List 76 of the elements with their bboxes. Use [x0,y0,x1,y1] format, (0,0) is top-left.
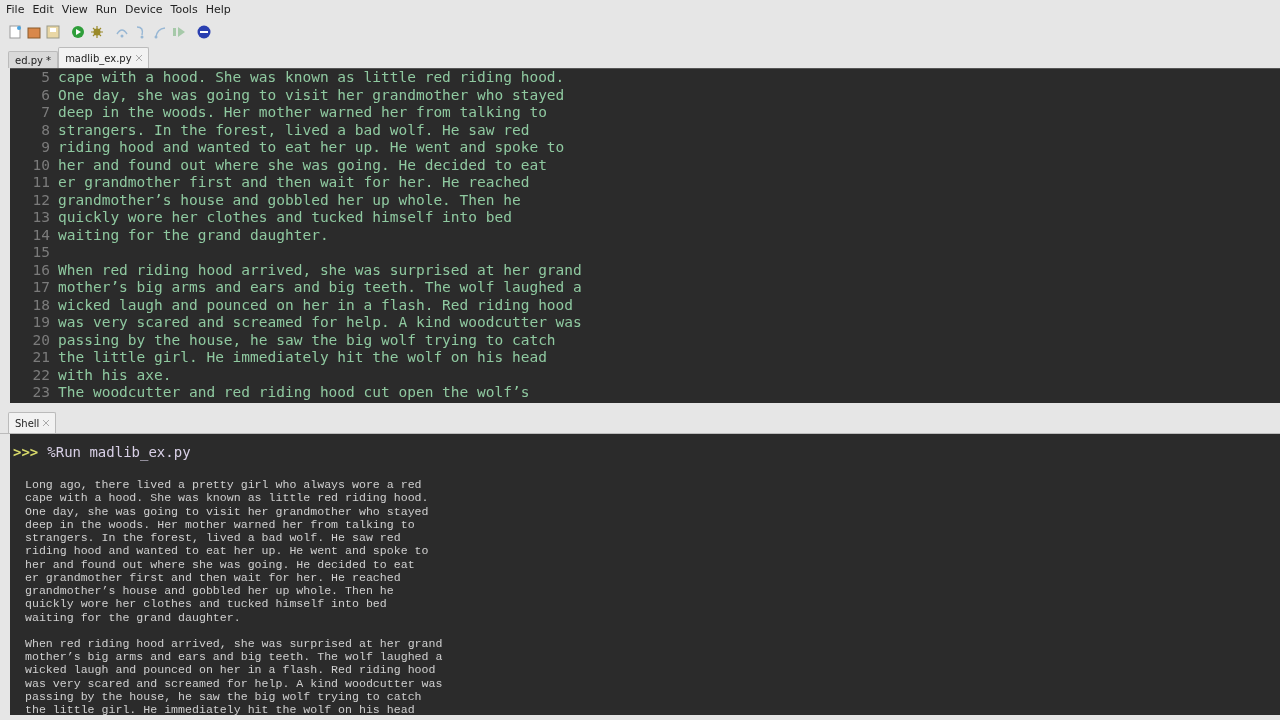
output-line: deep in the woods. Her mother warned her from talking to [25,517,416,531]
code-line: grandmother’s house and gobbled her up whole. Then he [58,191,521,209]
code-line: strangers. In the forest, lived a bad wolf. He saw red [58,121,530,139]
bug-icon[interactable] [90,24,104,39]
code-line: waiting for the grand daughter. [58,226,329,244]
shell-command: %Run madlib_ex.py [47,444,191,460]
code-line: wicked laugh and pounced on her in a flash. Red riding hood [58,296,574,314]
output-line: passing by the house, he saw the big wolf trying to catch [25,689,423,703]
menu-item[interactable]: Tools [166,3,202,16]
line-number: 7 [40,104,51,122]
run-icon[interactable] [71,24,85,39]
code-line: with his axe. [58,366,172,384]
code-line: the little girl. He immediately hit the wolf on his head [58,349,547,367]
code-line: cape with a hood. She was known as little red riding hood. [58,69,565,87]
new-file-icon[interactable] [8,24,22,39]
output-line: waiting for the grand daughter. [25,610,242,624]
line-number: 9 [40,139,51,157]
menu-item[interactable]: Run [91,3,121,16]
code-line: mother’s big arms and ears and big teeth. The wolf laughed a [58,279,582,297]
line-number: 8 [40,121,51,139]
shell-tab[interactable]: Shell [8,412,57,433]
code-line: deep in the woods. Her mother warned her from talking to [58,104,547,122]
code-line: The woodcutter and red riding hood cut open the wolf’s [58,384,530,402]
save-icon[interactable] [46,24,60,39]
output-line: When red riding hood arrived, she was surprised at her grand [25,636,444,650]
output-line: cape with a hood. She was known as little red riding hood. [25,491,430,505]
output-line: er grandmother first and then wait for her. He reached [25,570,402,584]
menu-item[interactable]: Help [201,3,235,16]
close-icon[interactable] [43,420,50,426]
code-line: er grandmother first and then wait for her. He reached [58,174,530,192]
output-line: riding hood and wanted to eat her up. He went and spoke to [25,544,430,558]
shell-prompt: >>> [13,444,39,460]
line-number: 16 [31,261,51,279]
code-line: passing by the house, he saw the big wolf trying to catch [58,331,556,349]
line-number: 6 [40,86,51,104]
line-number: 10 [31,156,51,174]
code-line: quickly wore her clothes and tucked himself into bed [58,209,512,227]
code-line: riding hood and wanted to eat her up. He went and spoke to [58,139,565,157]
stop-icon[interactable] [197,24,211,39]
line-number: 12 [31,191,51,209]
line-number: 18 [31,296,51,314]
line-number: 11 [31,174,51,192]
code-line: When red riding hood arrived, she was surprised at her grand [58,261,582,279]
output-line: quickly wore her clothes and tucked himself into bed [25,597,388,611]
folder-icon[interactable] [27,24,41,39]
output-line: strangers. In the forest, lived a bad wolf. He saw red [25,531,402,545]
output-line: Long ago, there lived a pretty girl who always wore a red [25,478,423,492]
line-number: 23 [31,384,51,402]
line-number: 19 [31,314,51,332]
menu-item[interactable]: View [57,3,92,16]
line-number: 5 [40,69,51,87]
menu-item[interactable]: File [2,3,29,16]
close-icon[interactable] [135,55,142,61]
output-line: her and found out where she was going. He decided to eat [25,557,416,571]
line-number: 13 [31,209,51,227]
code-line: One day, she was going to visit her grandmother who stayed [58,86,565,104]
output-line: wicked laugh and pounced on her in a flash. Red riding hood [25,663,437,677]
output-line: the little girl. He immediately hit the wolf on his head [25,703,416,715]
editor-tab[interactable]: madlib_ex.py [58,47,149,68]
line-number: 22 [31,366,51,384]
line-number: 14 [31,226,51,244]
shell-console[interactable] [10,434,1280,715]
output-line: One day, she was going to visit her grandmother who stayed [25,504,430,518]
menu-item[interactable]: Edit [28,3,58,16]
line-number: 21 [31,349,51,367]
code-line: was very scared and screamed for help. A kind woodcutter was [58,314,582,332]
line-number: 20 [31,331,51,349]
output-line: grandmother’s house and gobbled her up whole. Then he [25,584,395,598]
code-editor[interactable] [10,68,1280,403]
line-number: 15 [31,244,51,262]
menu-item[interactable]: Device [120,3,167,16]
editor-tab[interactable]: ed.py * [8,51,59,68]
code-line: her and found out where she was going. He decided to eat [58,156,547,174]
line-number: 17 [31,279,51,297]
output-line: was very scared and screamed for help. A kind woodcutter was [25,676,444,690]
output-line: mother’s big arms and ears and big teeth. The wolf laughed a [25,650,444,664]
